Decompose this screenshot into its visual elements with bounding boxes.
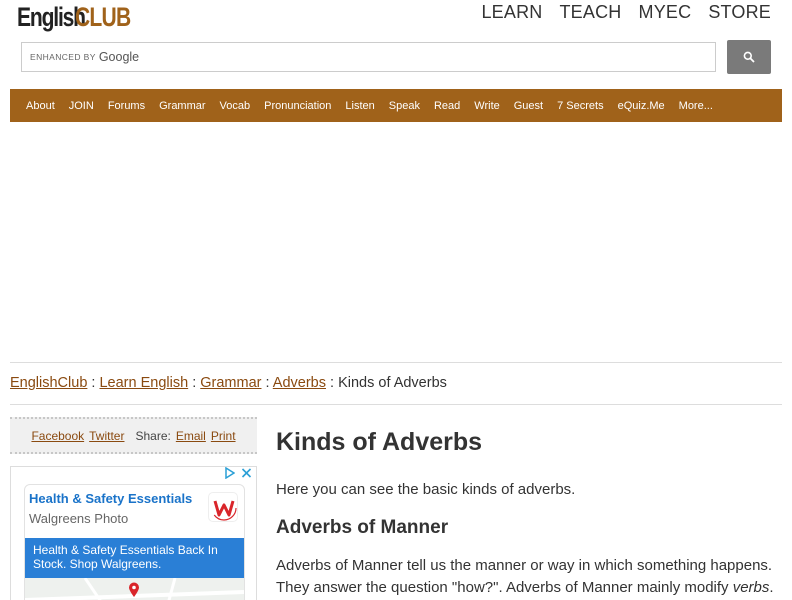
logo-club: CLUB xyxy=(75,2,131,32)
section-heading-manner: Adverbs of Manner xyxy=(276,517,449,538)
ad-subtitle: Walgreens Photo xyxy=(29,511,129,526)
search-icon xyxy=(743,51,755,63)
nav-listen[interactable]: Listen xyxy=(345,100,374,112)
breadcrumb-current: Kinds of Adverbs xyxy=(338,375,447,391)
search-input[interactable]: ENHANCED BY Google xyxy=(21,42,716,72)
logo-english: English xyxy=(17,2,86,32)
share-bar: Facebook Twitter Share: Email Print xyxy=(10,417,257,454)
topnav-teach[interactable]: TEACH xyxy=(559,2,621,23)
main-nav: About JOIN Forums Grammar Vocab Pronunci… xyxy=(10,89,782,122)
share-label: Share: xyxy=(135,428,171,443)
map-pin-icon xyxy=(129,582,139,597)
breadcrumb-sep: : xyxy=(265,375,270,391)
topnav-myec[interactable]: MYEC xyxy=(639,2,692,23)
breadcrumb: EnglishClub : Learn English : Grammar : … xyxy=(10,375,447,391)
share-twitter-link[interactable]: Twitter xyxy=(89,429,124,443)
share-email-link[interactable]: Email xyxy=(176,429,206,443)
walgreens-logo-icon xyxy=(208,492,238,522)
ad-map xyxy=(24,577,245,600)
search-enhanced-label: ENHANCED BY xyxy=(30,52,96,62)
nav-7-secrets[interactable]: 7 Secrets xyxy=(557,100,603,112)
search-button[interactable] xyxy=(727,40,771,74)
breadcrumb-grammar[interactable]: Grammar xyxy=(200,375,261,391)
nav-forums[interactable]: Forums xyxy=(108,100,145,112)
nav-pronunciation[interactable]: Pronunciation xyxy=(264,100,331,112)
topnav-learn[interactable]: LEARN xyxy=(481,2,542,23)
breadcrumb-adverbs[interactable]: Adverbs xyxy=(273,375,326,391)
breadcrumb-englishclub[interactable]: EnglishClub xyxy=(10,375,87,391)
paragraph-end: . xyxy=(769,579,774,596)
site-logo[interactable]: English CLUB xyxy=(17,2,146,36)
article-intro: Here you can see the basic kinds of adve… xyxy=(276,481,576,498)
nav-write[interactable]: Write xyxy=(474,100,499,112)
sidebar-ad[interactable]: Health & Safety Essentials Walgreens Pho… xyxy=(10,466,257,600)
paragraph-emphasis: verbs xyxy=(732,579,770,596)
ad-card[interactable]: Health & Safety Essentials Walgreens Pho… xyxy=(24,484,245,600)
nav-equiz[interactable]: eQuiz.Me xyxy=(618,100,665,112)
share-facebook-link[interactable]: Facebook xyxy=(31,429,84,443)
breadcrumb-sep: : xyxy=(192,375,197,391)
nav-grammar[interactable]: Grammar xyxy=(159,100,205,112)
close-icon[interactable] xyxy=(241,467,252,479)
topnav-store[interactable]: STORE xyxy=(708,2,771,23)
adchoices-icon[interactable] xyxy=(225,467,235,479)
nav-read[interactable]: Read xyxy=(434,100,460,112)
paragraph-text: Adverbs of Manner tell us the manner or … xyxy=(276,557,773,596)
ad-controls xyxy=(225,467,252,479)
search-brand: Google xyxy=(98,50,140,64)
ad-title[interactable]: Health & Safety Essentials xyxy=(29,491,192,506)
divider xyxy=(10,362,782,363)
nav-more[interactable]: More... xyxy=(679,100,713,112)
section-paragraph-manner: Adverbs of Manner tell us the manner or … xyxy=(276,555,776,599)
nav-guest[interactable]: Guest xyxy=(514,100,543,112)
breadcrumb-sep: : xyxy=(91,375,96,391)
top-nav: LEARN TEACH MYEC STORE xyxy=(481,2,771,23)
breadcrumb-sep: : xyxy=(330,375,335,391)
nav-join[interactable]: JOIN xyxy=(69,100,94,112)
divider xyxy=(10,404,782,405)
ad-body[interactable]: Health & Safety Essentials Back In Stock… xyxy=(25,538,244,578)
page-title: Kinds of Adverbs xyxy=(276,428,483,456)
nav-speak[interactable]: Speak xyxy=(389,100,420,112)
nav-vocab[interactable]: Vocab xyxy=(220,100,251,112)
share-print-link[interactable]: Print xyxy=(211,429,236,443)
nav-about[interactable]: About xyxy=(26,100,55,112)
breadcrumb-learn-english[interactable]: Learn English xyxy=(99,375,188,391)
